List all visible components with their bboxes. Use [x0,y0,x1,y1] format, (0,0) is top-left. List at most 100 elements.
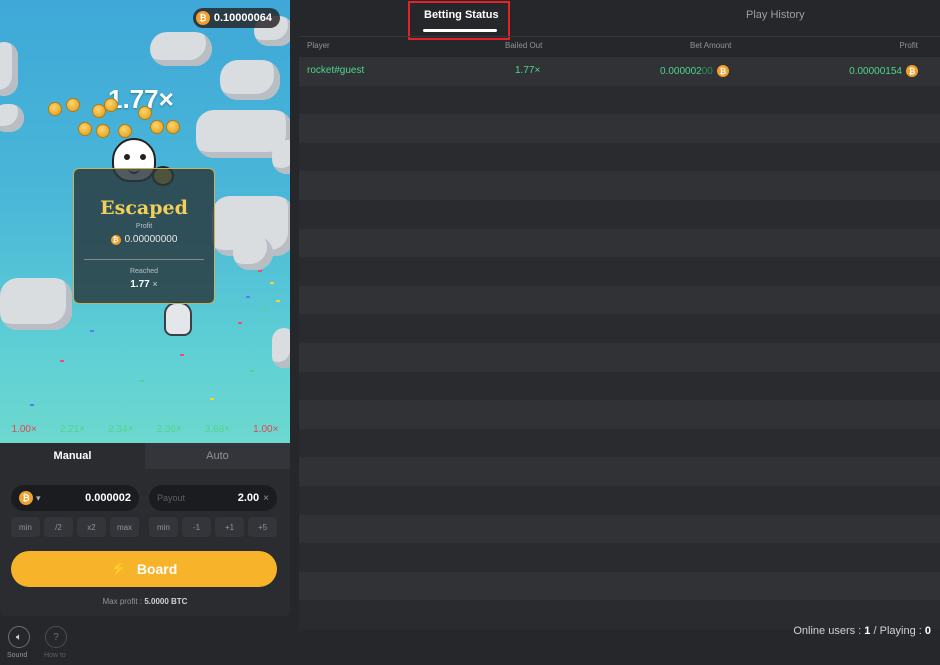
currency-selector[interactable]: ₿ ▾ [19,491,41,505]
bet-amount-field[interactable]: ₿ ▾ 0.000002 [11,485,139,511]
history-item: 1.00× [253,423,279,435]
tab-auto[interactable]: Auto [145,443,290,469]
question-icon: ? [53,631,59,643]
confetti [60,360,64,362]
escape-card: Escaped Profit ₿ 0.00000000 Reached 1.77… [73,168,215,304]
how-to-button[interactable]: ? [45,626,67,648]
payout-value[interactable]: 2.00 [238,492,259,504]
history-item: 2.36× [156,423,182,435]
table-row-empty [299,228,940,258]
table-header: Player Bailed Out Bet Amount Profit [299,36,940,54]
table-row-empty [299,342,940,372]
bet-amount-value[interactable]: 0.000002 [85,492,131,504]
gold-coin-icon [66,98,80,112]
payout-minus-one-button[interactable]: -1 [182,517,211,537]
gold-coin-icon [150,120,164,134]
bitcoin-icon: ₿ [716,65,729,77]
table-row-empty [299,485,940,515]
cloud [272,140,290,174]
app-root: ₿ 0.10000064 1.77× Escaped Profit ₿ 0.00… [0,0,940,665]
table-row: rocket#guest 1.77× 0.000002 00 ₿ 0.000001… [299,57,940,86]
table-row-empty [299,285,940,315]
bitcoin-icon: ₿ [110,234,121,245]
history-item: 2.21× [59,423,86,435]
history-item: 3.68× [204,423,231,435]
confetti [180,354,184,356]
escape-reached: 1.77 × [74,279,214,290]
gold-coin-icon [166,120,180,134]
history-item: 2.34× [108,423,134,435]
cloud [220,60,280,100]
table-body: rocket#guest 1.77× 0.000002 00 ₿ 0.000001… [299,57,940,629]
amount-half-button[interactable]: /2 [44,517,73,537]
gold-coin-icon [48,102,62,116]
profit-value: 0.00000154 [849,65,902,77]
payout-plus-five-button[interactable]: +5 [248,517,277,537]
bitcoin-icon: ₿ [195,11,210,25]
status-separator: / [873,625,877,637]
online-status: Online users : 1 / Playing : 0 [793,625,931,637]
amount-max-button[interactable]: max [110,517,139,537]
online-users-value: 1 [864,625,871,637]
table-row-empty [299,428,940,458]
bet-amount-trailing: 00 [701,65,713,77]
confetti [258,270,262,272]
gold-coin-icon [118,124,132,138]
escape-profit-value: 0.00000000 [124,234,178,245]
escape-reached-suffix: × [152,279,158,289]
table-row-empty [299,571,940,601]
table-row-empty [299,257,940,286]
table-row-empty [299,371,940,401]
cell-bet-amount: 0.000002 00 ₿ [660,65,729,77]
header-player: Player [307,41,330,50]
escape-title: Escaped [100,197,188,219]
cloud [0,42,18,96]
confetti [246,296,250,298]
bitcoin-icon: ₿ [19,491,33,505]
betting-panel: Betting Status Play History Player Baile… [299,0,940,629]
sound-label: Sound [7,652,28,659]
payout-suffix: × [263,492,269,504]
payout-field[interactable]: Payout 2.00 × [149,485,277,511]
playing-value: 0 [924,625,931,637]
payout-label: Payout [157,493,186,503]
table-row-empty [299,171,940,200]
table-row-empty [299,314,940,343]
table-row-empty [299,142,940,172]
table-row-empty [299,85,940,115]
payout-plus-one-button[interactable]: +1 [215,517,244,537]
board-label: Board [136,561,178,577]
amount-min-button[interactable]: min [11,517,40,537]
amount-buttons: min /2 x2 max [11,517,139,537]
balance-value: 0.10000064 [213,12,272,24]
cloud [272,328,290,368]
confetti [90,330,94,332]
confetti [276,300,280,302]
balance-chip: ₿ 0.10000064 [192,8,280,28]
payout-min-button[interactable]: min [149,517,178,537]
tab-manual[interactable]: Manual [0,443,145,469]
cell-player: rocket#guest [307,65,365,76]
multiplier-history: 1.00× 2.21× 2.34× 2.36× 3.68× 1.00× [0,419,290,439]
table-row-empty [299,400,940,429]
confetti [140,380,144,382]
game-panel: ₿ 0.10000064 1.77× Escaped Profit ₿ 0.00… [0,0,290,616]
max-profit-value: 5.0000 BTC [144,597,188,606]
board-button[interactable]: ⚡ Board [11,551,277,587]
amount-double-button[interactable]: x2 [77,517,106,537]
confetti [270,282,274,284]
max-profit: Max profit : 5.0000 BTC [0,597,290,606]
escape-profit: ₿ 0.00000000 [74,234,214,245]
confetti [250,370,254,372]
speaker-icon: 🔈︎ [16,631,22,643]
sound-button[interactable]: 🔈︎ [8,626,30,648]
table-row-empty [299,543,940,572]
bet-inputs-row: ₿ ▾ 0.000002 Payout 2.00 × [11,485,277,511]
header-bailed-out: Bailed Out [505,41,543,50]
tab-play-history[interactable]: Play History [746,9,805,21]
table-row-empty [299,514,940,544]
astronaut-character [164,302,192,336]
confetti [210,398,214,400]
escape-reached-label: Reached [129,268,159,275]
escape-reached-value: 1.77 [130,279,150,290]
